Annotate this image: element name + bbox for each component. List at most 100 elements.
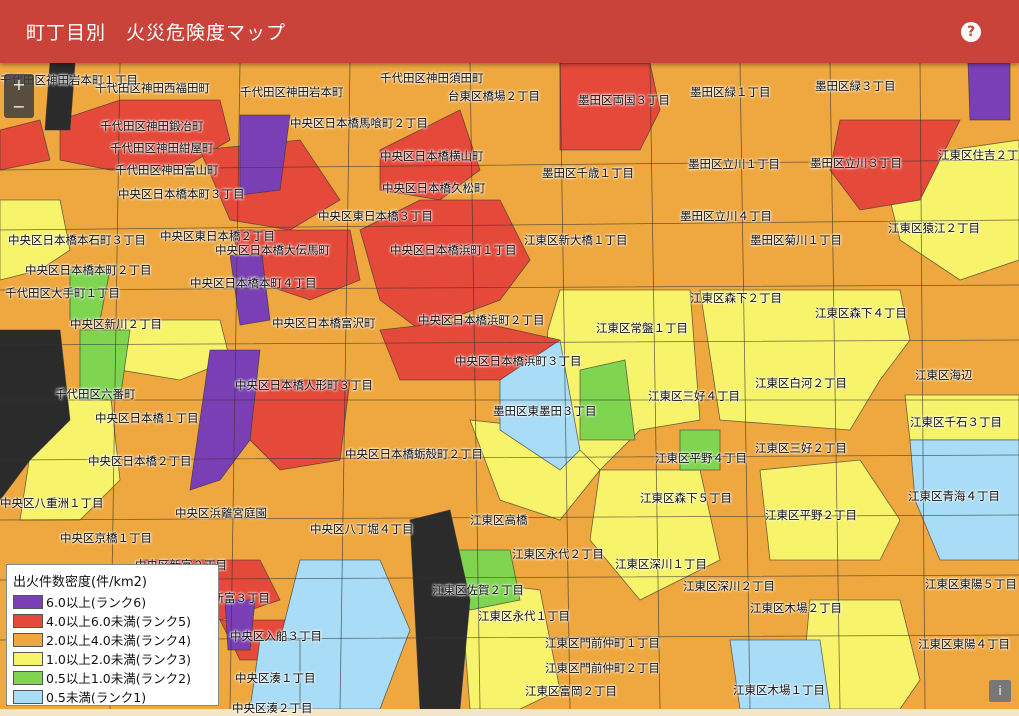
area-label[interactable]: 江東区深川２丁目	[683, 578, 775, 594]
area-label[interactable]: 中央区日本橋浜町１丁目	[390, 242, 517, 258]
legend-item: 1.0以上2.0未満(ランク3)	[13, 649, 214, 668]
area-label[interactable]: 中央区日本橋本町３丁目	[118, 186, 245, 202]
area-label[interactable]: 中央区日本橋本石町３丁目	[8, 232, 146, 248]
area-label[interactable]: 中央区東日本橋３丁目	[318, 208, 433, 224]
area-label[interactable]: 江東区平野４丁目	[655, 450, 747, 466]
legend-label: 2.0以上4.0未満(ランク4)	[46, 633, 191, 648]
area-label[interactable]: 千代田区神田須田町	[380, 70, 484, 86]
area-label[interactable]: 江東区新大橋１丁目	[524, 232, 628, 248]
info-icon[interactable]: i	[989, 680, 1011, 702]
legend-item: 2.0以上4.0未満(ランク4)	[13, 630, 214, 649]
app-header: 町丁目別 火災危険度マップ ?	[0, 0, 1019, 63]
area-label[interactable]: 江東区高橋	[470, 512, 528, 528]
legend: 出火件数密度(件/km2) 6.0以上(ランク6) 4.0以上6.0未満(ランク5…	[6, 564, 219, 706]
area-label[interactable]: 中央区八丁堀４丁目	[310, 521, 414, 537]
area-label[interactable]: 江東区森下５丁目	[640, 490, 732, 506]
area-label[interactable]: 江東区白河２丁目	[755, 375, 847, 391]
legend-item: 0.5以上1.0未満(ランク2)	[13, 668, 214, 687]
area-label[interactable]: 中央区入船３丁目	[230, 628, 322, 644]
area-label[interactable]: 江東区東陽５丁目	[925, 576, 1017, 592]
area-label[interactable]: 中央区日本橋人形町３丁目	[235, 377, 373, 393]
area-label[interactable]: 江東区猿江２丁目	[888, 220, 980, 236]
area-label[interactable]: 江東区千石３丁目	[910, 414, 1002, 430]
area-label[interactable]: 江東区永代２丁目	[512, 546, 604, 562]
area-label[interactable]: 墨田区立川３丁目	[810, 155, 902, 171]
area-label[interactable]: 千代田区神田紺屋町	[110, 140, 214, 156]
area-label[interactable]: 墨田区立川４丁目	[680, 208, 772, 224]
area-label[interactable]: 江東区木場２丁目	[750, 600, 842, 616]
area-label[interactable]: 中央区日本橋蛎殻町２丁目	[345, 446, 483, 462]
help-icon[interactable]: ?	[961, 22, 981, 42]
area-label[interactable]: 江東区佐賀２丁目	[432, 582, 524, 598]
area-label[interactable]: 江東区常盤１丁目	[596, 320, 688, 336]
area-label[interactable]: 中央区日本橋本町４丁目	[190, 275, 317, 291]
area-label[interactable]: 江東区東陽４丁目	[918, 636, 1010, 652]
area-label[interactable]: 千代田区大手町１丁目	[5, 285, 120, 301]
area-label[interactable]: 千代田区六番町	[55, 386, 136, 402]
area-label[interactable]: 江東区三好４丁目	[648, 388, 740, 404]
area-label[interactable]: 中央区日本橋久松町	[382, 180, 486, 196]
area-label[interactable]: 江東区深川１丁目	[615, 556, 707, 572]
zoom-out-button[interactable]: −	[4, 96, 34, 118]
area-label[interactable]: 墨田区立川１丁目	[688, 156, 780, 172]
legend-title: 出火件数密度(件/km2)	[13, 575, 147, 590]
area-label[interactable]: 中央区日本橋馬喰町２丁目	[290, 115, 428, 131]
area-label[interactable]: 江東区三好２丁目	[755, 440, 847, 456]
area-label[interactable]: 墨田区緑３丁目	[815, 78, 896, 94]
area-label[interactable]: 中央区東日本橋２丁目	[160, 228, 275, 244]
area-label[interactable]: 千代田区神田岩本町	[240, 84, 344, 100]
area-label[interactable]: 墨田区千歳１丁目	[542, 165, 634, 181]
area-label[interactable]: 中央区日本橋１丁目	[95, 410, 199, 426]
zoom-in-button[interactable]: +	[4, 74, 34, 96]
area-label[interactable]: 江東区青海４丁目	[908, 488, 1000, 504]
area-label[interactable]: 中央区日本橋浜町３丁目	[455, 353, 582, 369]
zoom-control: + −	[4, 74, 34, 118]
legend-swatch	[13, 689, 43, 704]
area-label[interactable]: 墨田区東墨田３丁目	[493, 403, 597, 419]
area-label[interactable]: 墨田区両国３丁目	[578, 92, 670, 108]
area-poly	[967, 63, 1011, 121]
legend-item: 6.0以上(ランク6)	[13, 592, 214, 611]
legend-swatch	[13, 651, 43, 666]
area-label[interactable]: 中央区日本橋本町２丁目	[25, 262, 152, 278]
area-label[interactable]: 江東区森下４丁目	[815, 305, 907, 321]
area-label[interactable]: 千代田区神田富山町	[115, 162, 219, 178]
area-label[interactable]: 中央区日本橋大伝馬町	[215, 242, 330, 258]
area-label[interactable]: 中央区浜離宮庭園	[175, 505, 267, 521]
area-label[interactable]: 千代田区神田鍛冶町	[100, 118, 204, 134]
area-label[interactable]: 江東区富岡２丁目	[525, 683, 617, 699]
area-label[interactable]: 江東区木場１丁目	[733, 682, 825, 698]
area-label[interactable]: 江東区門前仲町１丁目	[545, 635, 660, 651]
legend-label: 4.0以上6.0未満(ランク5)	[46, 614, 191, 629]
area-label[interactable]: 中央区八重洲１丁目	[0, 495, 104, 511]
area-label[interactable]: 中央区日本橋横山町	[380, 148, 484, 164]
area-label[interactable]: 中央区京橋１丁目	[60, 530, 152, 546]
area-label[interactable]: 中央区湊１丁目	[235, 670, 316, 686]
area-label[interactable]: 中央区日本橋２丁目	[88, 453, 192, 469]
area-label[interactable]: 墨田区緑１丁目	[690, 84, 771, 100]
legend-swatch	[13, 594, 43, 609]
area-label[interactable]: 中央区日本橋富沢町	[272, 315, 376, 331]
area-label[interactable]: 中央区湊２丁目	[232, 700, 313, 716]
area-poly	[729, 639, 831, 709]
area-label[interactable]: 江東区住吉２丁目	[938, 147, 1019, 163]
legend-swatch	[13, 632, 43, 647]
legend-item: 0.5未満(ランク1)	[13, 687, 214, 706]
area-label[interactable]: 中央区日本橋浜町２丁目	[418, 312, 545, 328]
area-label[interactable]: 江東区永代１丁目	[478, 608, 570, 624]
area-label[interactable]: 江東区海辺	[915, 367, 973, 383]
area-label[interactable]: 江東区平野２丁目	[765, 507, 857, 523]
area-label[interactable]: 台東区橋場２丁目	[448, 88, 540, 104]
area-label[interactable]: 江東区森下２丁目	[690, 290, 782, 306]
legend-label: 0.5未満(ランク1)	[46, 690, 147, 705]
area-label[interactable]: 墨田区菊川１丁目	[750, 232, 842, 248]
legend-swatch	[13, 670, 43, 685]
area-label[interactable]: 江東区門前仲町２丁目	[545, 660, 660, 676]
legend-swatch	[13, 613, 43, 628]
legend-item: 4.0以上6.0未満(ランク5)	[13, 611, 214, 630]
legend-label: 0.5以上1.0未満(ランク2)	[46, 671, 191, 686]
page-title: 町丁目別 火災危険度マップ	[26, 22, 287, 44]
legend-label: 1.0以上2.0未満(ランク3)	[46, 652, 191, 667]
area-label[interactable]: 中央区新川２丁目	[70, 316, 162, 332]
legend-label: 6.0以上(ランク6)	[46, 595, 147, 610]
